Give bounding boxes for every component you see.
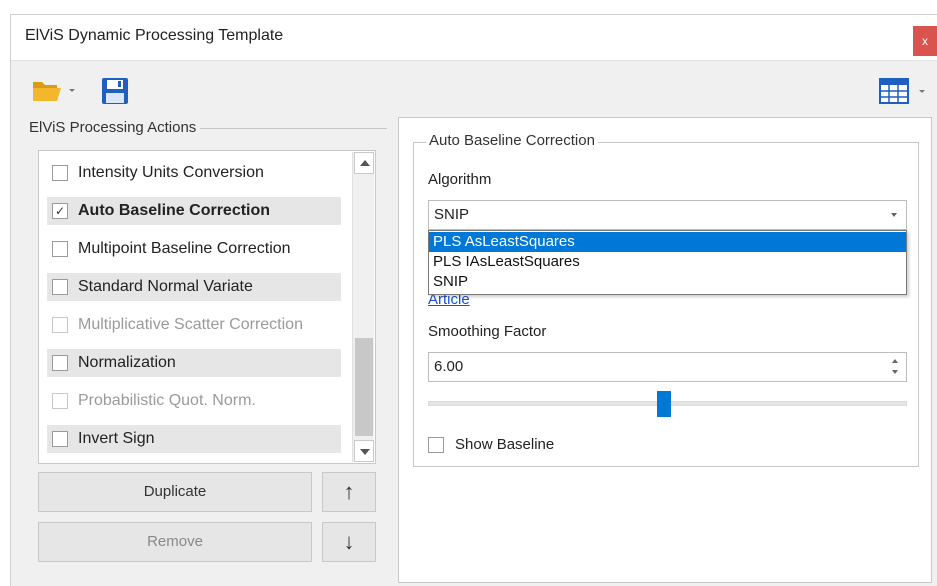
algorithm-label: Algorithm — [428, 171, 492, 188]
checkbox[interactable] — [52, 355, 68, 371]
list-item-multipoint-baseline-correction[interactable]: Multipoint Baseline Correction — [47, 235, 341, 263]
list-item-label: Multipoint Baseline Correction — [78, 240, 291, 257]
chevron-down-icon — [919, 90, 925, 93]
move-down-button[interactable]: ↓ — [322, 522, 376, 562]
open-folder-button[interactable] — [31, 77, 75, 105]
list-item-label: Invert Sign — [78, 430, 155, 447]
dropdown-option[interactable]: SNIP — [429, 272, 906, 292]
show-baseline-label: Show Baseline — [455, 436, 555, 453]
list-item-multiplicative-scatter-correction: Multiplicative Scatter Correction — [47, 311, 341, 339]
list-item-intensity-units-conversion[interactable]: Intensity Units Conversion — [47, 159, 341, 187]
dialog-window: ElViS Dynamic Processing Template x ElVi… — [10, 14, 937, 586]
layout-options-button[interactable] — [879, 78, 927, 104]
chevron-down-icon — [69, 89, 75, 92]
list-item-label: Multiplicative Scatter Correction — [78, 316, 303, 333]
checkbox[interactable] — [428, 437, 444, 453]
spin-up-icon[interactable] — [892, 359, 898, 363]
close-button[interactable]: x — [913, 26, 937, 56]
checkbox — [52, 393, 68, 409]
checkbox[interactable] — [52, 165, 68, 181]
list-item-label: Standard Normal Variate — [78, 278, 253, 295]
spin-down-icon[interactable] — [892, 370, 898, 374]
checkbox-checked[interactable]: ✓ — [52, 203, 68, 219]
show-baseline-checkbox[interactable]: Show Baseline — [428, 435, 628, 457]
settings-panel: Auto Baseline Correction Algorithm SNIP … — [398, 117, 932, 583]
window-title: ElViS Dynamic Processing Template — [25, 27, 284, 44]
list-item-label: Probabilistic Quot. Norm. — [78, 392, 256, 409]
arrow-down-icon — [360, 449, 370, 455]
folder-open-icon — [33, 82, 61, 101]
list-item-label: Intensity Units Conversion — [78, 164, 264, 181]
save-button[interactable] — [101, 77, 131, 105]
checkbox[interactable] — [52, 241, 68, 257]
settings-group: Auto Baseline Correction Algorithm SNIP … — [413, 132, 919, 467]
table-grid-icon — [879, 78, 909, 104]
checkbox[interactable] — [52, 279, 68, 295]
list-scrollbar[interactable] — [352, 152, 374, 462]
actions-list[interactable]: Intensity Units Conversion ✓ Auto Baseli… — [38, 150, 376, 464]
list-item-auto-baseline-correction[interactable]: ✓ Auto Baseline Correction — [47, 197, 341, 225]
smoothing-factor-spinbox[interactable]: 6.00 — [428, 352, 907, 382]
arrow-up-icon — [360, 160, 370, 166]
move-up-button[interactable]: ↑ — [322, 472, 376, 512]
algorithm-dropdown-list[interactable]: PLS AsLeastSquares PLS IAsLeastSquares S… — [428, 230, 907, 295]
algorithm-select[interactable]: SNIP — [428, 200, 907, 230]
scroll-down-button[interactable] — [354, 440, 374, 462]
list-item-label: Normalization — [78, 354, 176, 371]
smoothing-factor-label: Smoothing Factor — [428, 323, 547, 340]
remove-button[interactable]: Remove — [38, 522, 312, 562]
duplicate-button[interactable]: Duplicate — [38, 472, 312, 512]
checkbox[interactable] — [52, 431, 68, 447]
list-item-label: Auto Baseline Correction — [78, 202, 271, 219]
list-item-probabilistic-quot-norm: Probabilistic Quot. Norm. — [47, 387, 341, 415]
actions-group-label: ElViS Processing Actions — [29, 119, 201, 136]
dropdown-option[interactable]: PLS IAsLeastSquares — [429, 252, 906, 272]
dropdown-option[interactable]: PLS AsLeastSquares — [429, 232, 906, 252]
scroll-thumb[interactable] — [355, 338, 373, 436]
settings-group-title: Auto Baseline Correction — [426, 132, 598, 149]
scroll-up-button[interactable] — [354, 152, 374, 174]
list-item-invert-sign[interactable]: Invert Sign — [47, 425, 341, 453]
smoothing-slider-thumb[interactable] — [657, 391, 671, 417]
save-disk-icon — [102, 78, 128, 104]
title-bar: ElViS Dynamic Processing Template x — [11, 15, 937, 61]
algorithm-value: SNIP — [434, 206, 470, 223]
checkbox — [52, 317, 68, 333]
chevron-down-icon — [891, 213, 897, 217]
list-item-standard-normal-variate[interactable]: Standard Normal Variate — [47, 273, 341, 301]
smoothing-factor-value: 6.00 — [434, 358, 464, 375]
list-item-normalization[interactable]: Normalization — [47, 349, 341, 377]
